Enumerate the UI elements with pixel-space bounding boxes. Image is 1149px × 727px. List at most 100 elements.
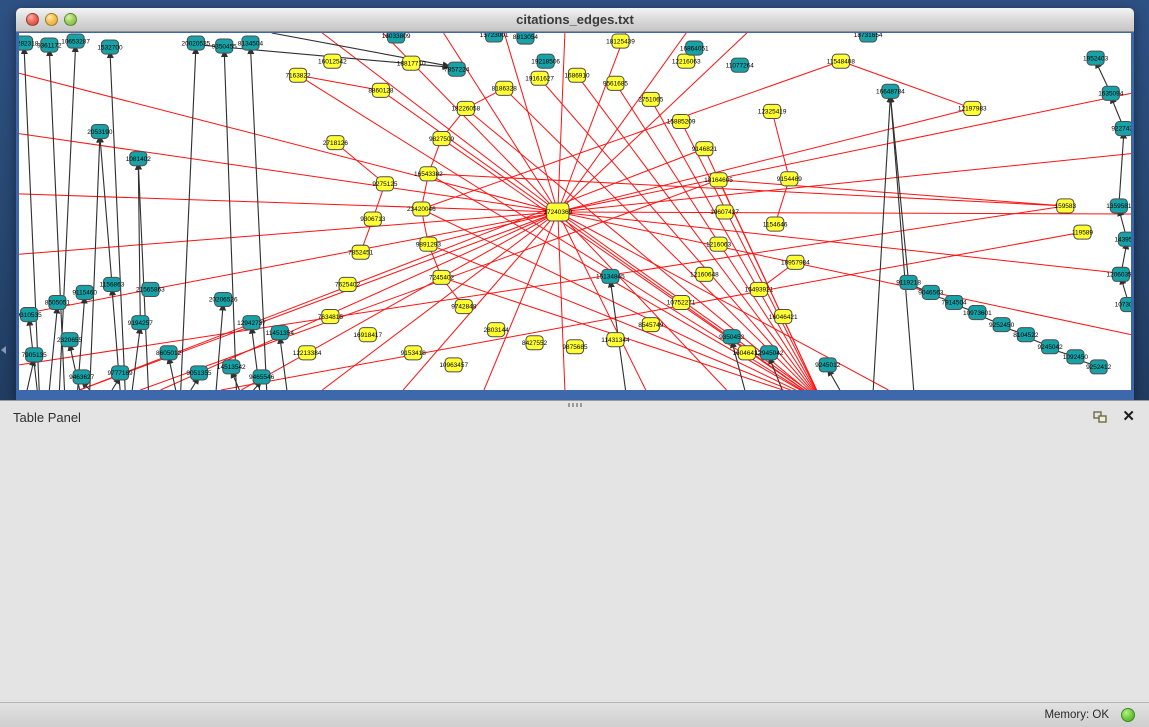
- graph-node-label: 19161627: [525, 75, 554, 82]
- graph-node[interactable]: 12197983: [958, 101, 987, 115]
- graph-node[interactable]: 12216063: [672, 54, 701, 68]
- graph-node[interactable]: 11548408: [827, 54, 856, 68]
- graph-node[interactable]: 9194257: [128, 316, 154, 330]
- graph-node[interactable]: 9827509: [429, 132, 455, 146]
- graph-node[interactable]: 7163822: [285, 68, 311, 82]
- graph-node[interactable]: 18957984: [781, 255, 810, 269]
- graph-node[interactable]: 1359581: [1106, 199, 1131, 213]
- graph-edge: [241, 212, 557, 390]
- graph-node[interactable]: 14513542: [217, 360, 246, 374]
- graph-node[interactable]: 15493921: [745, 282, 774, 296]
- graph-node[interactable]: 7857224: [444, 62, 470, 76]
- panel-collapse-arrow-icon[interactable]: [1, 346, 6, 354]
- graph-node[interactable]: 1635094: [1098, 86, 1124, 100]
- graph-node[interactable]: 1081402: [126, 152, 152, 166]
- network-canvas[interactable]: 1724036918226058982750916543382234200469…: [19, 33, 1131, 390]
- graph-node[interactable]: 16046421: [769, 310, 798, 324]
- graph-node[interactable]: 1154646: [763, 217, 788, 231]
- graph-node-label: 16012542: [318, 58, 347, 65]
- graph-node[interactable]: 10730544: [1115, 297, 1131, 311]
- float-panel-icon[interactable]: [1093, 411, 1108, 424]
- graph-node[interactable]: 9275125: [372, 177, 398, 191]
- graph-node[interactable]: 2053190: [87, 125, 113, 139]
- graph-node[interactable]: 12325419: [758, 104, 787, 118]
- graph-node[interactable]: 18817710: [397, 56, 426, 70]
- graph-node[interactable]: 1532700: [97, 40, 123, 54]
- graph-node[interactable]: 8505051: [45, 295, 71, 309]
- graph-node[interactable]: 9891293: [416, 237, 442, 251]
- graph-node[interactable]: 16648784: [876, 84, 905, 98]
- graph-node[interactable]: 19161627: [525, 71, 554, 85]
- graph-node[interactable]: 16918417: [353, 328, 382, 342]
- graph-node[interactable]: 8134504: [238, 36, 264, 50]
- graph-node[interactable]: 9306713: [360, 212, 386, 226]
- graph-node[interactable]: 8813054: [513, 33, 539, 44]
- graph-node[interactable]: 10607427: [710, 205, 739, 219]
- graph-edge: [558, 93, 1131, 212]
- close-panel-icon[interactable]: ✕: [1122, 409, 1135, 425]
- graph-node[interactable]: 15723001: [480, 33, 509, 42]
- graph-node-label: 9306713: [360, 216, 386, 223]
- graph-edge: [90, 136, 100, 390]
- graph-node[interactable]: 9742848: [451, 299, 477, 313]
- graph-node[interactable]: 10963457: [439, 358, 468, 372]
- graph-node[interactable]: 9465546: [249, 370, 275, 384]
- graph-node[interactable]: 9154469: [777, 172, 803, 186]
- graph-node[interactable]: 1216063: [706, 237, 732, 251]
- graph-node[interactable]: 9350452: [719, 330, 745, 344]
- graph-node[interactable]: 15134845: [596, 269, 625, 283]
- graph-node[interactable]: 9310535: [19, 308, 42, 322]
- graph-node[interactable]: 9561685: [603, 76, 629, 90]
- graph-node-label: 9115460: [72, 290, 97, 297]
- graph-node[interactable]: 9350455: [212, 39, 238, 53]
- graph-node-label: 18817710: [397, 60, 426, 67]
- graph-edge: [100, 136, 112, 285]
- graph-node[interactable]: 19218506: [531, 54, 560, 68]
- graph-node[interactable]: 1686910: [564, 68, 590, 82]
- graph-node[interactable]: 9153418: [401, 346, 427, 360]
- graph-node[interactable]: 12213384: [293, 346, 322, 360]
- graph-node[interactable]: 9252412: [1086, 360, 1112, 374]
- graph-node[interactable]: 8860128: [368, 83, 394, 97]
- graph-node[interactable]: 20020535: [182, 36, 211, 50]
- graph-node[interactable]: 7625402: [335, 277, 361, 291]
- graph-node[interactable]: 9146821: [692, 142, 718, 156]
- graph-node[interactable]: 2803144: [484, 323, 510, 337]
- graph-node[interactable]: 18125439: [606, 34, 635, 48]
- graph-node[interactable]: 16864051: [680, 41, 709, 55]
- graph-node[interactable]: 16543382: [414, 167, 443, 181]
- graph-node-label: 12216063: [672, 58, 701, 65]
- graph-node[interactable]: 18164605: [704, 173, 733, 187]
- graph-node[interactable]: 9051355: [186, 366, 212, 380]
- graph-node-label: 7905135: [22, 352, 48, 359]
- graph-node[interactable]: 8104522: [1013, 328, 1039, 342]
- graph-node[interactable]: 159583: [1055, 199, 1077, 213]
- graph-node-label: 9310535: [19, 312, 42, 319]
- graph-node[interactable]: 8605012: [156, 346, 182, 360]
- graph-node[interactable]: 11431344: [601, 333, 630, 347]
- graph-node[interactable]: 16033809: [382, 33, 411, 43]
- graph-node[interactable]: 119589: [1072, 225, 1093, 239]
- graph-node[interactable]: 16282318: [19, 36, 39, 50]
- graph-node[interactable]: 10653287: [61, 34, 90, 48]
- graph-node[interactable]: 9875685: [562, 340, 588, 354]
- graph-node[interactable]: 11451354: [266, 326, 295, 340]
- graph-node[interactable]: 8427552: [522, 336, 548, 350]
- graph-node[interactable]: 11077264: [726, 58, 755, 72]
- graph-node[interactable]: 7905135: [22, 348, 48, 362]
- graph-node[interactable]: 9245012: [815, 358, 841, 372]
- graph-edge: [558, 154, 1131, 212]
- graph-node[interactable]: 2320655: [57, 333, 83, 347]
- graph-node[interactable]: 10973601: [963, 306, 992, 320]
- window-titlebar[interactable]: citations_edges.txt: [16, 8, 1134, 32]
- graph-node[interactable]: 18731654: [854, 33, 883, 42]
- graph-node[interactable]: 17240369: [543, 203, 572, 221]
- graph-node[interactable]: 1439543: [1114, 232, 1131, 246]
- graph-node[interactable]: 15885209: [667, 114, 696, 128]
- graph-node[interactable]: 9227435: [1111, 121, 1131, 135]
- graph-node[interactable]: 2718126: [323, 136, 349, 150]
- graph-node[interactable]: 1952403: [1083, 51, 1109, 65]
- graph-node[interactable]: 9361172: [37, 38, 62, 52]
- graph-node[interactable]: 7634815: [318, 310, 344, 324]
- graph-node[interactable]: 12060354: [1107, 267, 1131, 281]
